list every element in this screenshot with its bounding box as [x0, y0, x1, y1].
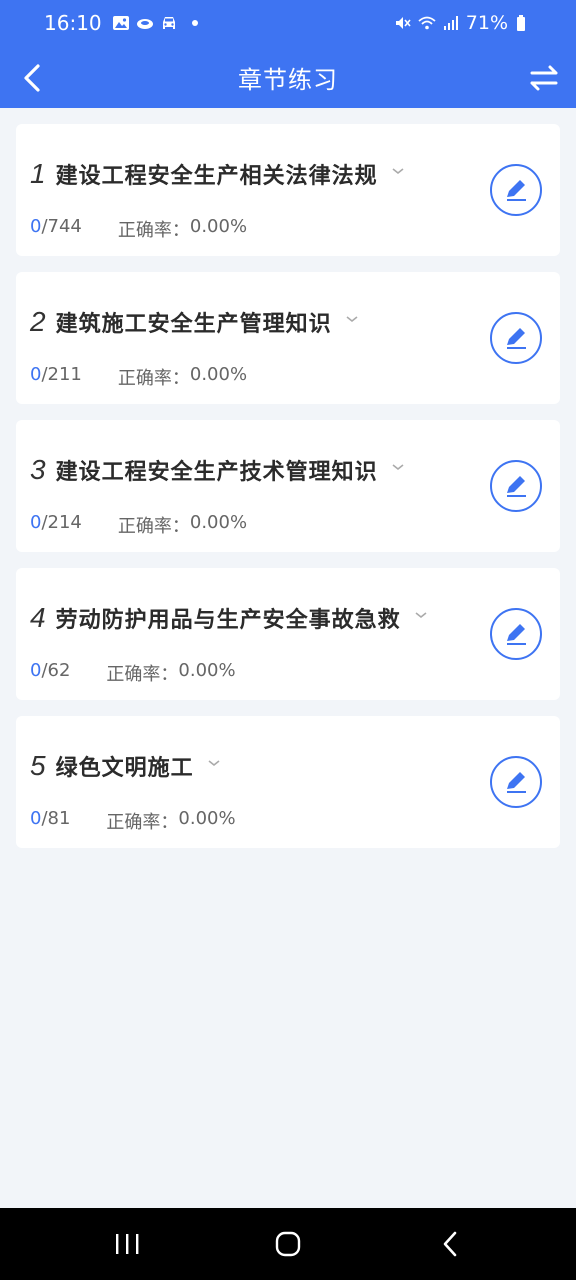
chapter-title[interactable]: 建设工程安全生产技术管理知识 — [56, 454, 378, 486]
back-icon[interactable] — [440, 1230, 460, 1258]
pencil-icon — [507, 328, 526, 349]
answered-count: 0 — [30, 216, 42, 237]
answered-count: 0 — [30, 660, 42, 681]
chevron-down-icon[interactable] — [413, 610, 429, 620]
page-title: 章节练习 — [238, 66, 338, 94]
chapter-card[interactable]: 2 建筑施工安全生产管理知识 0 /211 正确率： 0.00% — [16, 272, 560, 404]
chevron-down-icon[interactable] — [390, 166, 406, 176]
cloud-icon — [136, 19, 153, 29]
practice-button[interactable] — [490, 164, 542, 216]
pencil-icon — [507, 624, 526, 645]
pencil-icon — [507, 180, 526, 201]
chapter-card[interactable]: 5 绿色文明施工 0 /81 正确率： 0.00% — [16, 716, 560, 848]
total-count: /81 — [41, 808, 71, 829]
total-count: /744 — [41, 216, 82, 237]
chevron-down-icon[interactable] — [390, 462, 406, 472]
accuracy-value: 0.00% — [189, 364, 248, 385]
wifi-icon — [418, 16, 436, 30]
total-count: /214 — [41, 512, 82, 533]
mute-icon — [395, 17, 411, 29]
status-time: 16:10 — [44, 11, 102, 35]
answered-count: 0 — [30, 364, 42, 385]
practice-button[interactable] — [490, 312, 542, 364]
total-count: /62 — [41, 660, 71, 681]
accuracy-label: 正确率： — [117, 220, 190, 241]
chapter-number: 2 — [30, 306, 46, 337]
accuracy-label: 正确率： — [117, 516, 190, 537]
practice-button[interactable] — [490, 460, 542, 512]
battery-icon — [517, 15, 525, 31]
notification-dot — [191, 20, 198, 26]
battery-level: 71% — [465, 12, 508, 34]
chapter-title[interactable]: 劳动防护用品与生产安全事故急救 — [56, 602, 401, 634]
pencil-icon — [507, 772, 526, 793]
chapter-card[interactable]: 1 建设工程安全生产相关法律法规 0 /744 正确率： 0.00% — [16, 124, 560, 256]
chapter-number: 4 — [30, 602, 46, 633]
accuracy-value: 0.00% — [189, 216, 248, 237]
accuracy-label: 正确率： — [106, 664, 179, 685]
accuracy-label: 正确率： — [106, 812, 179, 833]
pencil-icon — [507, 476, 526, 497]
practice-button[interactable] — [490, 608, 542, 660]
chevron-down-icon[interactable] — [206, 758, 222, 768]
answered-count: 0 — [30, 512, 42, 533]
car-icon — [162, 17, 175, 29]
chapter-number: 5 — [30, 750, 46, 781]
accuracy-label: 正确率： — [117, 368, 190, 389]
recent-apps-icon[interactable] — [112, 1232, 142, 1256]
switch-arrows-icon[interactable] — [526, 60, 562, 96]
accuracy-value: 0.00% — [189, 512, 248, 533]
gallery-icon — [112, 16, 129, 30]
chapter-title[interactable]: 绿色文明施工 — [56, 750, 194, 782]
signal-icon — [443, 16, 458, 30]
chapter-number: 1 — [30, 158, 46, 189]
chapter-list: 1 建设工程安全生产相关法律法规 0 /744 正确率： 0.00% 2 建筑施… — [16, 124, 560, 864]
status-bar: 16:10 71% — [0, 0, 576, 46]
total-count: /211 — [41, 364, 82, 385]
practice-button[interactable] — [490, 756, 542, 808]
answered-count: 0 — [30, 808, 42, 829]
chapter-title[interactable]: 建筑施工安全生产管理知识 — [56, 306, 332, 338]
accuracy-value: 0.00% — [178, 808, 236, 829]
home-icon[interactable] — [274, 1230, 302, 1258]
chapter-card[interactable]: 4 劳动防护用品与生产安全事故急救 0 /62 正确率： 0.00% — [16, 568, 560, 700]
accuracy-value: 0.00% — [178, 660, 236, 681]
chapter-number: 3 — [30, 454, 46, 485]
chapter-title[interactable]: 建设工程安全生产相关法律法规 — [56, 158, 378, 190]
header-bar: 章节练习 — [0, 46, 576, 108]
system-nav-bar — [0, 1208, 576, 1280]
chevron-down-icon[interactable] — [344, 314, 360, 324]
chapter-card[interactable]: 3 建设工程安全生产技术管理知识 0 /214 正确率： 0.00% — [16, 420, 560, 552]
